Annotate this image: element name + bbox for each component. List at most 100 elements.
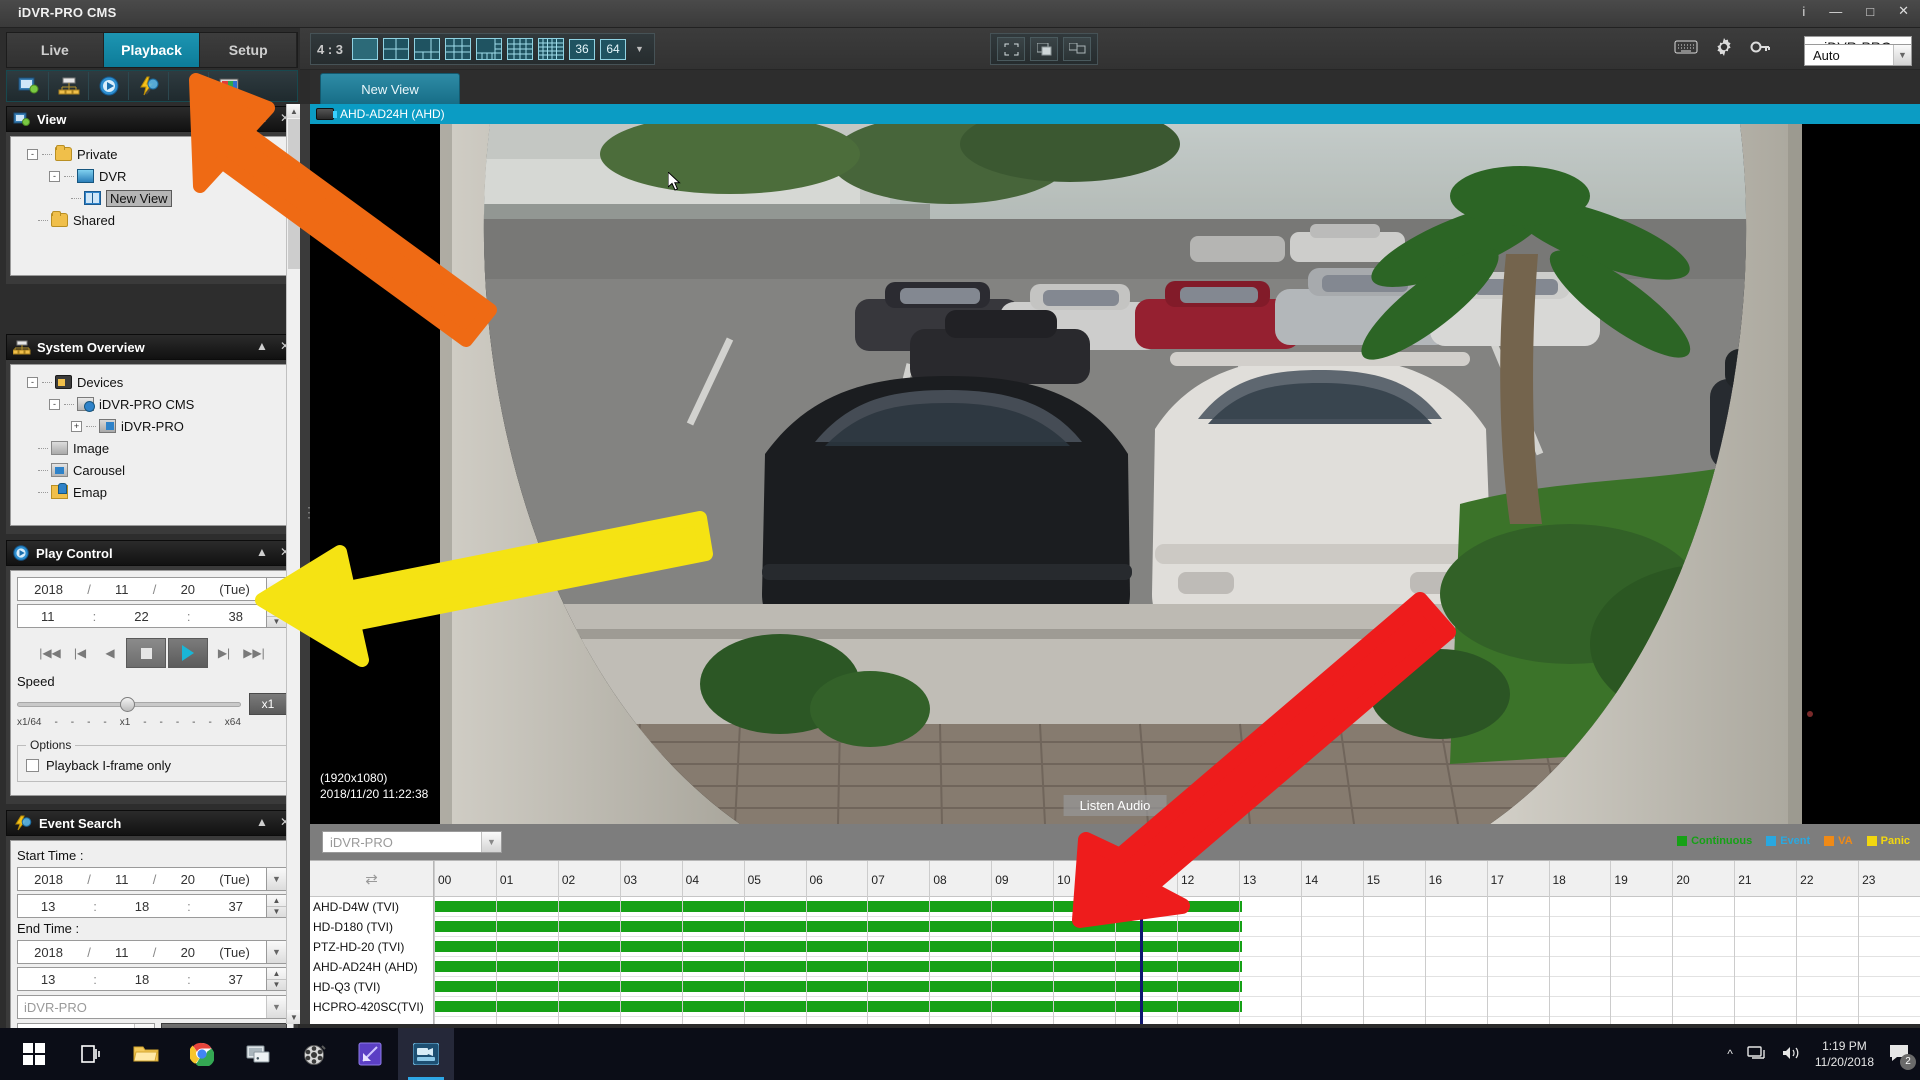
stop-button[interactable] (126, 638, 166, 668)
minimize-button[interactable]: — (1824, 4, 1847, 19)
tree-item-idvr-pro[interactable]: + iDVR-PRO (17, 415, 287, 437)
multi-monitor-icon[interactable] (1063, 37, 1091, 61)
tree-item-new-view[interactable]: New View (17, 187, 287, 209)
tab-setup[interactable]: Setup (200, 33, 298, 67)
timeline-chart[interactable]: 00 01 02 03 04 05 06 07 08 09 10 11 12 13 14 15 16 17 18 19… (434, 861, 1920, 1024)
video-pane[interactable]: (1920x1080) 2018/11/20 11:22:38 Listen A… (310, 124, 1920, 824)
refresh-icon[interactable]: ⇄ (310, 861, 433, 897)
stream-mode-select[interactable]: Auto ▼ (1804, 44, 1912, 66)
speed-slider-knob[interactable] (120, 696, 136, 712)
key-icon[interactable] (1750, 39, 1770, 60)
event-device-select[interactable]: iDVR-PRO ▼ (17, 995, 287, 1019)
close-button[interactable]: ✕ (1893, 3, 1914, 19)
view-panel-collapse[interactable]: ▲ (256, 111, 268, 125)
playback-time-spinner[interactable]: ▲ ▼ (267, 604, 287, 628)
idvr-cms-button[interactable] (398, 1028, 454, 1080)
view-icon[interactable] (9, 72, 49, 100)
pip-icon[interactable] (1030, 37, 1058, 61)
timeline-device-select[interactable]: iDVR-PRO ▼ (322, 831, 502, 853)
timeline-channel-name[interactable]: AHD-D4W (TVI) (310, 897, 433, 917)
iframe-only-row[interactable]: Playback I-frame only (26, 758, 278, 773)
play-control-collapse[interactable]: ▲ (256, 545, 268, 559)
start-time-spinner[interactable]: ▲ ▼ (267, 894, 287, 918)
tree-item-dvr[interactable]: - DVR (17, 165, 287, 187)
tree-toggle[interactable]: + (71, 420, 82, 432)
tree-item-emap[interactable]: Emap (17, 481, 287, 503)
tab-live[interactable]: Live (7, 33, 104, 67)
timeline-channel-name[interactable]: HCPRO-420SC(TVI) (310, 997, 433, 1017)
tree-item-image[interactable]: Image (17, 437, 287, 459)
prev-frame-button[interactable]: |◀ (66, 640, 94, 666)
tree-toggle[interactable]: - (27, 376, 38, 388)
layout-16-button[interactable] (507, 38, 534, 60)
timeline-recording-bar[interactable] (434, 901, 1242, 912)
snapshot-icon[interactable] (209, 72, 249, 100)
task-view-button[interactable] (62, 1028, 118, 1080)
chevron-down-icon[interactable]: ▼ (266, 996, 286, 1018)
timeline-recording-bar[interactable] (434, 981, 1242, 992)
file-explorer-button[interactable] (118, 1028, 174, 1080)
tree-item-shared[interactable]: Shared (17, 209, 287, 231)
purple-app-button[interactable] (342, 1028, 398, 1080)
chrome-button[interactable] (174, 1028, 230, 1080)
end-date-field[interactable]: 2018 / 11 / 20 (Tue) (17, 940, 267, 964)
timeline-recording-bar[interactable] (434, 941, 1242, 952)
view-tab-new-view[interactable]: New View (320, 73, 460, 104)
first-frame-button[interactable]: |◀◀ (36, 640, 64, 666)
timeline-channel-name[interactable]: HD-D180 (TVI) (310, 917, 433, 937)
end-date-dropdown[interactable]: ▼ (267, 940, 287, 964)
event-search-icon[interactable] (129, 72, 169, 100)
reverse-play-button[interactable]: ◀ (96, 640, 124, 666)
end-time-spinner[interactable]: ▲ ▼ (267, 967, 287, 991)
fullscreen-icon[interactable] (997, 37, 1025, 61)
tab-playback[interactable]: Playback (103, 33, 201, 67)
layout-1-button[interactable] (352, 38, 379, 60)
volume-icon[interactable] (1781, 1045, 1801, 1064)
tree-item-carousel[interactable]: Carousel (17, 459, 287, 481)
taskbar-clock[interactable]: 1:19 PM 11/20/2018 (1815, 1038, 1874, 1070)
tree-toggle[interactable]: - (27, 148, 38, 160)
chevron-down-icon[interactable]: ▼ (1893, 45, 1911, 65)
iframe-only-checkbox[interactable] (26, 759, 39, 772)
start-date-field[interactable]: 2018 / 11 / 20 (Tue) (17, 867, 267, 891)
system-overview-icon[interactable] (49, 72, 89, 100)
start-date-dropdown[interactable]: ▼ (267, 867, 287, 891)
layout-36-button[interactable]: 36 (569, 38, 596, 60)
tray-chevron-icon[interactable]: ^ (1727, 1047, 1733, 1061)
timeline-recording-bar[interactable] (434, 1001, 1242, 1012)
network-icon[interactable] (1747, 1045, 1767, 1064)
layout-25-button[interactable] (538, 38, 565, 60)
layout-6-button[interactable] (414, 38, 441, 60)
start-time-field[interactable]: 13 : 18 : 37 (17, 894, 267, 918)
sidebar-scrollbar[interactable]: ▲ ▼ (286, 104, 301, 1024)
start-button[interactable] (6, 1028, 62, 1080)
chevron-down-icon[interactable]: ▼ (481, 832, 501, 852)
tree-toggle[interactable]: - (49, 398, 60, 410)
layout-dropdown-caret[interactable]: ▼ (631, 44, 648, 54)
timeline-playhead[interactable] (1139, 897, 1143, 1024)
layout-4-button[interactable] (383, 38, 410, 60)
tree-item-private[interactable]: - Private (17, 143, 287, 165)
playback-date-field[interactable]: 2018 / 11 / 20 (Tue) (17, 577, 267, 601)
info-button[interactable]: i (1797, 4, 1810, 19)
tree-toggle[interactable]: - (49, 170, 60, 182)
next-frame-button[interactable]: ▶| (210, 640, 238, 666)
end-time-field[interactable]: 13 : 18 : 37 (17, 967, 267, 991)
timeline-channel-name[interactable]: AHD-AD24H (AHD) (310, 957, 433, 977)
scrollbar-thumb[interactable] (288, 119, 300, 269)
listen-audio-button[interactable]: Listen Audio (1063, 795, 1167, 816)
scroll-up-arrow[interactable]: ▲ (287, 104, 301, 118)
timeline-grid[interactable]: ⇄ AHD-D4W (TVI) HD-D180 (TVI) PTZ-HD-20 (T… (310, 860, 1920, 1024)
sidebar-splitter[interactable] (300, 104, 316, 1024)
timeline-recording-bar[interactable] (434, 961, 1242, 972)
play-button[interactable] (168, 638, 208, 668)
timeline-channel-name[interactable]: PTZ-HD-20 (TVI) (310, 937, 433, 957)
system-overview-collapse[interactable]: ▲ (256, 339, 268, 353)
timeline-channel-name[interactable]: HD-Q3 (TVI) (310, 977, 433, 997)
layout-9-button[interactable] (445, 38, 472, 60)
timeline-recording-bar[interactable] (434, 921, 1242, 932)
tree-item-devices[interactable]: - Devices (17, 371, 287, 393)
blank-icon[interactable] (169, 72, 209, 100)
maximize-button[interactable]: □ (1861, 4, 1879, 19)
layout-13-button[interactable] (476, 38, 503, 60)
